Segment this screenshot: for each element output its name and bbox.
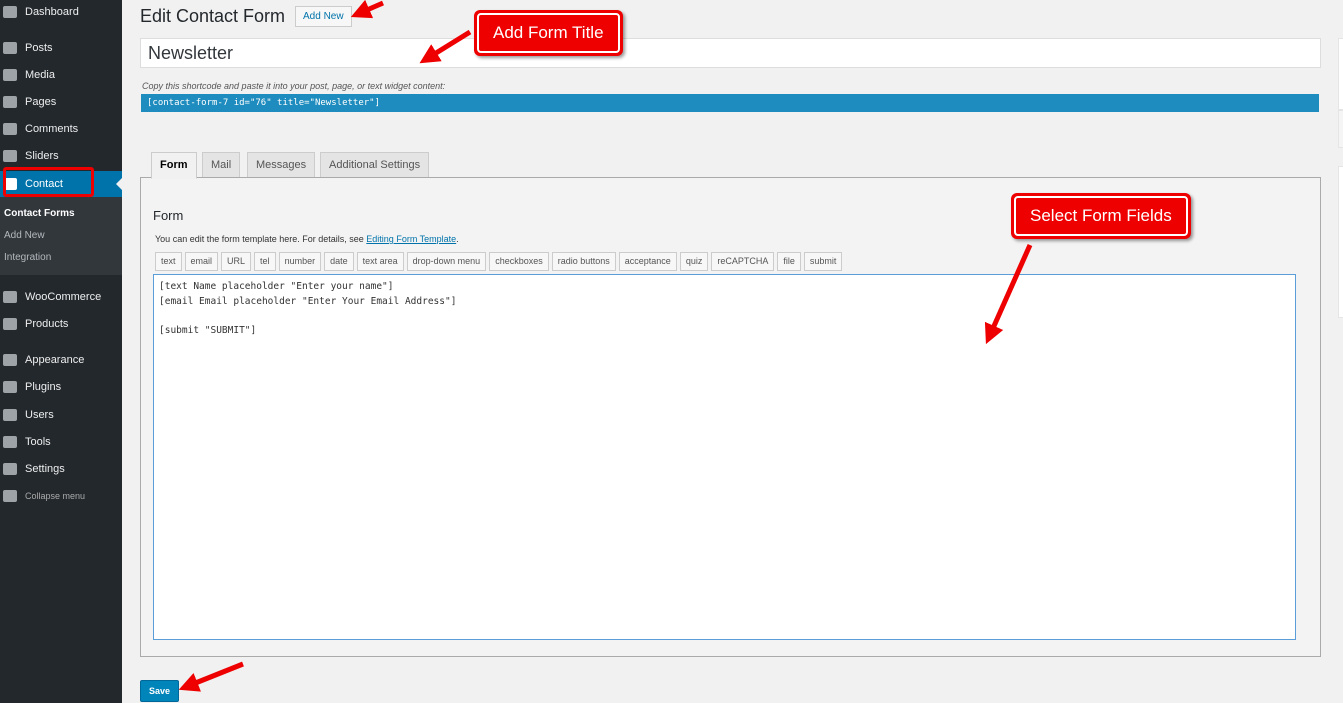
arrow-title [419,29,472,64]
arrow-fields [984,243,1033,345]
annotation-arrows [178,0,1033,692]
arrow-add-new [350,0,384,19]
contact-highlight [3,167,94,197]
arrow-save [178,661,244,692]
tab-form[interactable]: Form [151,152,197,179]
